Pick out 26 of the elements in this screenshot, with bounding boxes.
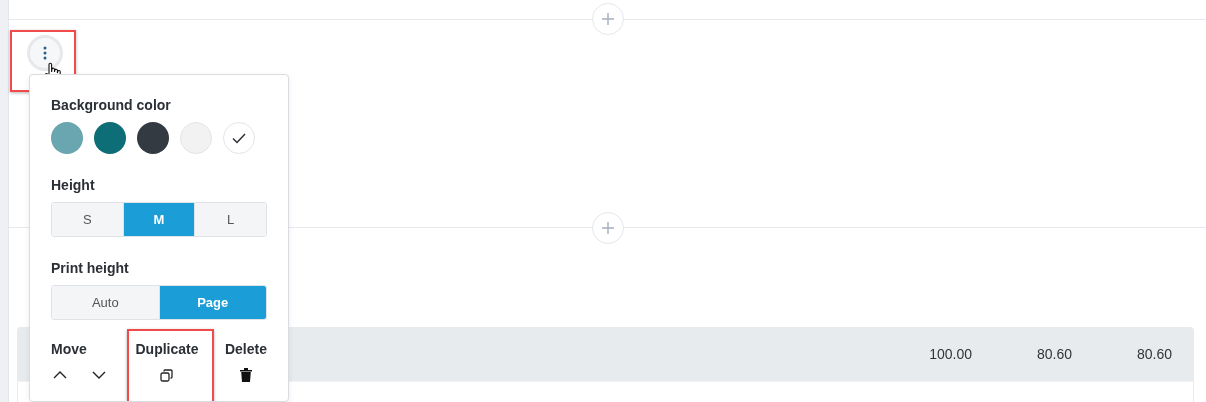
plus-icon xyxy=(600,220,615,235)
check-icon xyxy=(232,132,246,144)
action-label: Duplicate xyxy=(135,341,199,357)
header-value: 80.60 xyxy=(1035,346,1072,362)
chevron-down-icon xyxy=(92,371,106,379)
color-swatch[interactable] xyxy=(94,122,126,154)
duplicate-icon xyxy=(160,368,174,382)
section-title: Background color xyxy=(51,97,171,113)
segment-option[interactable]: Auto xyxy=(52,286,160,319)
kebab-icon xyxy=(43,46,47,60)
header-value: 80.60 xyxy=(1135,346,1172,362)
color-swatch[interactable] xyxy=(51,122,83,154)
trash-icon xyxy=(239,368,252,382)
section-title: Print height xyxy=(51,260,129,276)
color-swatch[interactable] xyxy=(223,122,255,154)
more-options-button[interactable] xyxy=(27,35,63,71)
action-label: Move xyxy=(51,341,87,357)
color-swatch[interactable] xyxy=(137,122,169,154)
segment-option[interactable]: S xyxy=(52,203,124,236)
chevron-up-icon xyxy=(53,371,67,379)
action-label: Delete xyxy=(224,341,267,357)
color-swatch[interactable] xyxy=(180,122,212,154)
segment-option[interactable]: L xyxy=(195,203,266,236)
section-title: Height xyxy=(51,177,95,193)
plus-icon xyxy=(600,12,615,26)
header-value: 100.00 xyxy=(928,346,972,362)
